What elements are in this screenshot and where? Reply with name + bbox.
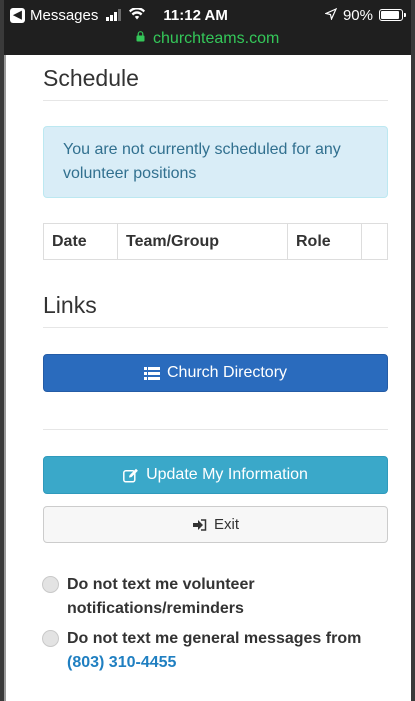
phone-frame: ◀ Messages 11:12 AM 90% churchteams.com … — [0, 0, 415, 701]
option-no-general-texts[interactable]: Do not text me general messages from (80… — [42, 627, 388, 675]
edit-icon — [123, 468, 139, 483]
divider — [43, 429, 388, 430]
column-header-date: Date — [43, 223, 118, 260]
battery-icon — [379, 9, 406, 21]
schedule-notice: You are not currently scheduled for any … — [43, 126, 388, 198]
lock-icon — [136, 31, 148, 45]
column-header-blank — [362, 224, 388, 260]
address-bar[interactable]: churchteams.com — [4, 30, 411, 48]
checkbox[interactable] — [42, 576, 59, 593]
checkbox[interactable] — [42, 630, 59, 647]
location-arrow-icon — [324, 7, 338, 23]
links-heading: Links — [43, 282, 388, 328]
schedule-table: Date Team/Group Role — [43, 223, 388, 260]
cellular-signal-icon — [106, 9, 122, 21]
exit-label: Exit — [213, 516, 239, 533]
back-app-label[interactable]: Messages — [30, 7, 98, 24]
update-my-information-label: Update My Information — [146, 466, 308, 483]
status-bar: ◀ Messages 11:12 AM 90% churchteams.com — [4, 0, 411, 55]
battery-percent: 90% — [342, 6, 373, 24]
column-header-team-group: Team/Group — [117, 223, 288, 260]
option-label-text: Do not text me general messages from — [67, 630, 362, 647]
option-label: Do not text me general messages from (80… — [67, 627, 388, 675]
clock: 11:12 AM — [163, 6, 228, 24]
church-directory-button[interactable]: Church Directory — [43, 354, 388, 392]
url-text: churchteams.com — [153, 30, 280, 47]
schedule-heading: Schedule — [43, 55, 388, 101]
sign-out-icon — [192, 518, 207, 531]
wifi-icon — [129, 6, 146, 24]
back-arrow-icon[interactable]: ◀ — [10, 7, 25, 23]
option-label: Do not text me volunteer notifications/r… — [67, 576, 255, 617]
phone-number-link[interactable]: (803) 310-4455 — [67, 654, 176, 671]
church-directory-label: Church Directory — [166, 364, 288, 381]
list-icon — [143, 366, 160, 380]
schedule-table-header: Date Team/Group Role — [43, 223, 388, 260]
column-header-role: Role — [287, 223, 362, 260]
option-no-volunteer-texts[interactable]: Do not text me volunteer notifications/r… — [42, 573, 388, 621]
page-content: Schedule You are not currently scheduled… — [42, 55, 388, 675]
update-my-information-button[interactable]: Update My Information — [43, 456, 388, 494]
exit-button[interactable]: Exit — [43, 506, 388, 543]
